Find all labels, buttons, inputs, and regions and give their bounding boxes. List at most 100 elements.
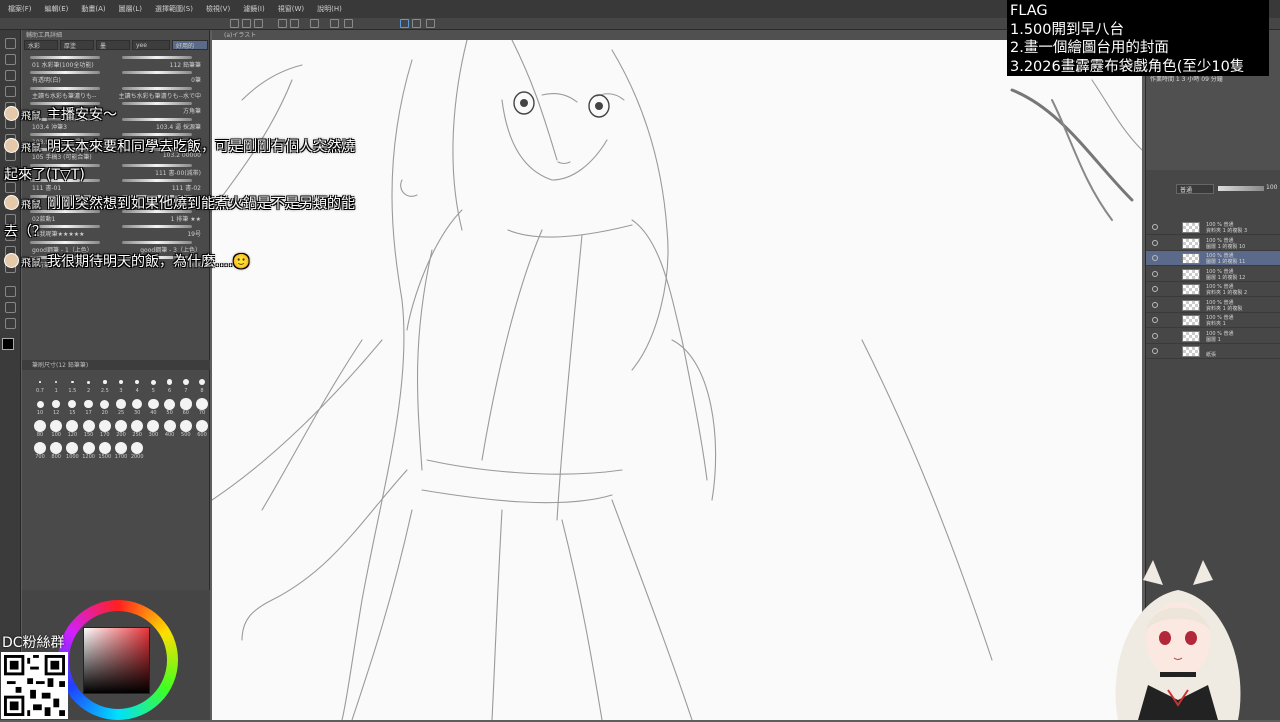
menu-file[interactable]: 檔案(F) (8, 4, 32, 14)
brush-size-label[interactable]: 50 (162, 410, 178, 416)
brush-size-dot[interactable] (71, 380, 74, 384)
balloon-tool-icon[interactable] (5, 318, 16, 329)
saturation-value-square[interactable] (83, 627, 150, 694)
selection-icon[interactable] (344, 19, 353, 28)
brush-stroke-preview[interactable] (30, 71, 100, 75)
brush-size-dot[interactable] (82, 420, 95, 432)
brush-size-label[interactable]: 5 (145, 388, 161, 394)
tab-watercolor[interactable]: 水彩 (24, 40, 58, 50)
opacity-value[interactable]: 100 (1266, 184, 1277, 191)
brush-size-label[interactable]: 40 (145, 410, 161, 416)
save-icon[interactable] (254, 19, 263, 28)
brush-size-label[interactable]: 1200 (81, 454, 97, 460)
brush-label[interactable]: 112 鉛筆筆 (170, 60, 201, 69)
new-file-icon[interactable] (230, 19, 239, 28)
tab-thick-paint[interactable]: 厚塗 (60, 40, 94, 50)
brush-stroke-preview[interactable] (30, 56, 100, 59)
layer-row[interactable]: 100 % 普通 資料夾 1 的複製 2 (1146, 282, 1280, 297)
brush-size-dot[interactable] (164, 398, 176, 410)
layer-row[interactable]: 紙張 (1146, 344, 1280, 359)
brush-size-dot[interactable] (148, 398, 159, 410)
snap-icon[interactable] (426, 19, 435, 28)
brush-size-dot[interactable] (68, 400, 77, 408)
brush-size-dot[interactable] (119, 380, 123, 384)
settings-icon[interactable] (310, 19, 319, 28)
layer-row[interactable]: 100 % 普通 資料夾 1 的複製 (1146, 298, 1280, 313)
brush-size-label[interactable]: 1500 (97, 454, 113, 460)
layer-row[interactable]: 100 % 普通 圖層 1 (1146, 329, 1280, 344)
brush-size-label[interactable]: 2 (81, 388, 97, 394)
brush-size-label[interactable]: 20 (97, 410, 113, 416)
brush-stroke-preview[interactable] (122, 56, 192, 59)
brush-size-label[interactable]: 30 (129, 410, 145, 416)
brush-size-dot[interactable] (196, 420, 208, 432)
brush-size-label[interactable]: 7 (178, 388, 194, 394)
tab-favorites[interactable]: 好用的 (172, 40, 208, 50)
brush-size-label[interactable]: 1.5 (64, 388, 80, 394)
brush-size-dot[interactable] (116, 399, 126, 409)
brush-size-label[interactable]: 10 (32, 410, 48, 416)
pen-pressure-icon[interactable] (400, 19, 409, 28)
brush-stroke-preview[interactable] (122, 71, 192, 75)
tab-yee[interactable]: yee (132, 40, 170, 50)
brush-size-label[interactable]: 4 (129, 388, 145, 394)
eye-icon[interactable] (1152, 348, 1158, 354)
eye-icon[interactable] (1152, 317, 1158, 323)
brush-size-dot[interactable] (115, 442, 127, 454)
text-tool-icon[interactable] (5, 302, 16, 313)
brush-size-dot[interactable] (132, 399, 143, 409)
brush-size-dot[interactable] (66, 442, 79, 454)
layer-row[interactable]: 100 % 普通 資料夾 1 的複製 3 (1146, 220, 1280, 235)
brush-stroke-preview[interactable] (122, 86, 192, 90)
transform-icon[interactable] (330, 19, 339, 28)
brush-size-label[interactable]: 60 (178, 410, 194, 416)
menu-view[interactable]: 檢視(V) (206, 4, 230, 14)
brush-size-dot[interactable] (98, 442, 111, 454)
brush-size-label[interactable]: 15 (64, 410, 80, 416)
open-file-icon[interactable] (242, 19, 251, 28)
brush-size-dot[interactable] (150, 379, 156, 385)
brush-size-label[interactable]: 500 (178, 432, 194, 438)
brush-size-label[interactable]: 6 (162, 388, 178, 394)
menu-help[interactable]: 說明(H) (317, 4, 342, 14)
eye-icon[interactable] (1152, 255, 1158, 261)
brush-size-dot[interactable] (134, 379, 140, 385)
eye-icon[interactable] (1152, 224, 1158, 230)
brush-size-label[interactable]: 700 (32, 454, 48, 460)
brush-size-dot[interactable] (55, 381, 58, 383)
brush-size-dot[interactable] (39, 381, 41, 383)
brush-label[interactable]: 0筆 (191, 75, 201, 84)
brush-size-label[interactable]: 8 (194, 388, 210, 394)
brush-size-dot[interactable] (179, 420, 192, 432)
brush-size-dot[interactable] (87, 380, 91, 384)
menu-select[interactable]: 選擇範圍(S) (155, 4, 193, 14)
brush-size-label[interactable]: 400 (162, 432, 178, 438)
brush-size-label[interactable]: 300 (145, 432, 161, 438)
eye-icon[interactable] (1152, 239, 1158, 246)
brush-size-label[interactable]: 200 (113, 432, 129, 438)
brush-size-label[interactable]: 17 (81, 410, 97, 416)
brush-size-dot[interactable] (100, 399, 110, 409)
undo-icon[interactable] (278, 19, 287, 28)
brush-size-dot[interactable] (103, 380, 107, 384)
ruler-icon[interactable] (412, 19, 421, 28)
brush-size-dot[interactable] (166, 379, 173, 385)
main-color-swatch[interactable] (2, 338, 14, 350)
menu-edit[interactable]: 編輯(E) (45, 4, 69, 14)
brush-size-label[interactable]: 12 (48, 410, 64, 416)
redo-icon[interactable] (290, 19, 299, 28)
brush-size-dot[interactable] (52, 400, 60, 408)
blend-mode-select[interactable]: 普通 (1176, 184, 1214, 194)
operation-tool-icon[interactable] (5, 70, 16, 81)
menu-layer[interactable]: 圖層(L) (119, 4, 142, 14)
brush-label[interactable]: 主讀ち水彩も筆濃りも--水で中 (119, 91, 201, 100)
brush-size-dot[interactable] (131, 420, 144, 432)
brush-size-dot[interactable] (147, 420, 160, 432)
ruler-tool-icon[interactable] (5, 286, 16, 297)
brush-size-label[interactable]: 170 (97, 432, 113, 438)
eye-icon[interactable] (1152, 332, 1158, 339)
brush-size-label[interactable]: 1 (48, 388, 64, 394)
brush-size-label[interactable]: 25 (113, 410, 129, 416)
brush-size-label[interactable]: 250 (129, 432, 145, 438)
brush-size-dot[interactable] (182, 379, 189, 385)
